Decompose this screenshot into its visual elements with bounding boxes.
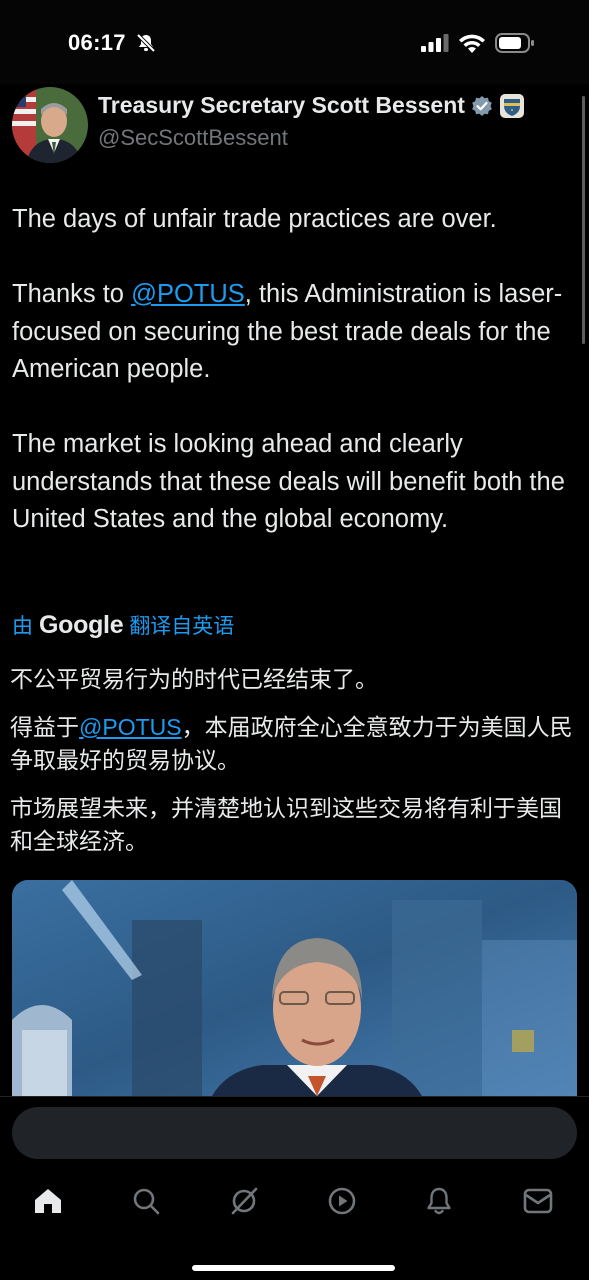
treasury-seal-icon — [499, 93, 524, 118]
display-name-row[interactable]: Treasury Secretary Scott Bessent — [98, 92, 525, 119]
video-icon — [328, 1187, 356, 1215]
home-icon — [35, 1189, 61, 1213]
display-name[interactable]: Treasury Secretary Scott Bessent — [98, 92, 465, 119]
nav-grok[interactable] — [224, 1181, 264, 1221]
translation-prefix: 由 — [12, 615, 33, 638]
grok-icon — [231, 1187, 258, 1215]
nav-video[interactable] — [322, 1181, 362, 1221]
user-handle[interactable]: @SecScottBessent — [98, 125, 288, 151]
nav-notifications[interactable] — [419, 1181, 459, 1221]
translation-suffix: 翻译自英语 — [129, 615, 235, 638]
tweet-paragraph: The days of unfair trade practices are o… — [12, 205, 497, 233]
search-icon — [133, 1188, 160, 1215]
translated-text: 不公平贸易行为的时代已经结束了。 得益于@POTUS，本届政府全心全意致力于为美… — [10, 663, 576, 858]
verified-badge-icon — [472, 95, 492, 116]
notifications-icon — [427, 1187, 451, 1215]
reply-input[interactable] — [12, 1107, 577, 1159]
translated-paragraph: 得益于@POTUS，本届政府全心全意致力于为美国人民争取最好的贸易协议。 — [10, 714, 573, 773]
google-logo: Google — [39, 611, 124, 639]
nav-messages[interactable] — [518, 1181, 558, 1221]
avatar[interactable] — [12, 87, 88, 163]
video-thumbnail[interactable] — [12, 880, 577, 1096]
bell-slash-icon — [136, 33, 156, 53]
scrollbar[interactable] — [582, 96, 585, 344]
translation-attribution[interactable]: 由 Google 翻译自英语 — [12, 610, 234, 640]
mention-link[interactable]: @POTUS — [131, 280, 245, 308]
wifi-icon — [459, 34, 485, 53]
cellular-signal-icon — [421, 34, 449, 52]
bottom-panel — [0, 1096, 589, 1280]
mention-link[interactable]: @POTUS — [79, 714, 182, 740]
tweet-paragraph: Thanks to @POTUS, this Administration is… — [12, 280, 563, 383]
status-bar: 06:17 — [0, 0, 589, 84]
status-time: 06:17 — [68, 30, 126, 55]
translated-paragraph: 不公平贸易行为的时代已经结束了。 — [10, 666, 378, 692]
bottom-nav — [0, 1181, 589, 1221]
nav-home[interactable] — [28, 1181, 68, 1221]
translated-paragraph: 市场展望未来，并清楚地认识到这些交易将有利于美国和全球经济。 — [10, 795, 562, 854]
messages-icon — [523, 1188, 553, 1214]
tweet-paragraph: The market is looking ahead and clearly … — [12, 430, 565, 533]
home-indicator[interactable] — [192, 1265, 395, 1271]
tweet-text: The days of unfair trade practices are o… — [12, 201, 572, 539]
nav-search[interactable] — [126, 1181, 166, 1221]
battery-icon — [495, 33, 534, 53]
